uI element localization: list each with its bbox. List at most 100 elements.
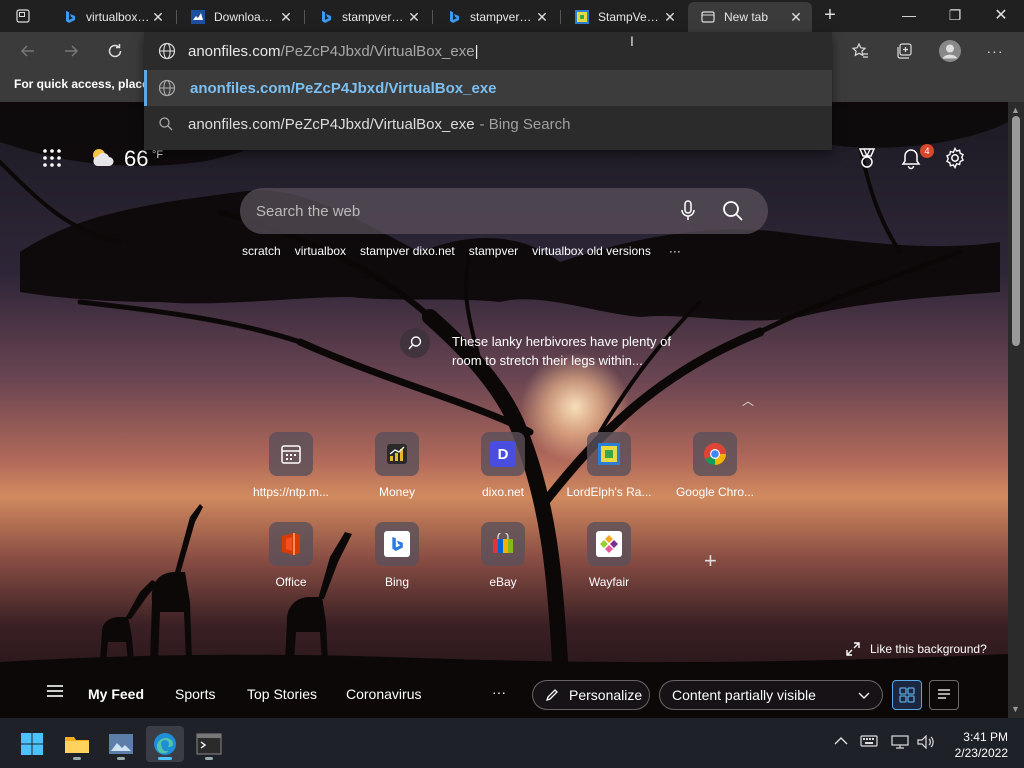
web-search-box[interactable]	[240, 188, 768, 234]
close-icon[interactable]: ✕	[662, 9, 678, 25]
system-clock[interactable]: 3:41 PM 2/23/2022	[944, 729, 1008, 761]
more-quick-links-icon[interactable]: ···	[669, 244, 681, 258]
quick-link[interactable]: stampver dixo.net	[360, 244, 455, 258]
like-background-link[interactable]: Like this background?	[846, 642, 987, 656]
feed-tab-sports[interactable]: Sports	[175, 686, 215, 702]
back-arrow-icon	[20, 45, 34, 57]
windows-taskbar: 3:41 PM 2/23/2022	[0, 718, 1024, 768]
image-info-search-icon[interactable]	[400, 328, 430, 358]
refresh-icon	[108, 44, 122, 58]
content-visibility-label: Content partially visible	[672, 687, 816, 703]
image-info-caption[interactable]: These lanky herbivores have plenty of ro…	[452, 332, 702, 370]
close-window-button[interactable]: ✕	[978, 0, 1024, 30]
minimize-button[interactable]: —	[886, 0, 932, 30]
scroll-down-icon[interactable]: ▼	[1011, 704, 1020, 714]
refresh-button[interactable]	[100, 36, 130, 66]
close-icon[interactable]: ✕	[534, 9, 550, 25]
page-settings-gear-icon[interactable]	[944, 146, 966, 170]
add-tile-plus-icon[interactable]: +	[704, 548, 717, 574]
rewards-icon[interactable]	[856, 146, 878, 170]
money-icon	[375, 432, 419, 476]
tile-google-chrome[interactable]: Google Chro...	[670, 432, 760, 499]
tile-office[interactable]: Office	[246, 522, 336, 589]
tab-separator	[432, 10, 433, 24]
apps-grid-icon[interactable]	[40, 146, 64, 170]
close-icon[interactable]: ✕	[150, 9, 166, 25]
tab-virtualbox[interactable]: virtualbox old versions ✕	[50, 2, 174, 32]
tile-wayfair[interactable]: Wayfair	[564, 522, 654, 589]
text-cursor-icon: I	[630, 33, 634, 49]
tab-title: New tab	[724, 10, 769, 24]
taskbar-edge[interactable]	[146, 726, 184, 762]
new-tab-button[interactable]: +	[808, 0, 852, 30]
profile-button[interactable]	[935, 36, 965, 66]
chevron-up-icon[interactable]: ︿	[742, 392, 754, 409]
tab-download-old-builds[interactable]: Download_Old_Builds ✕	[178, 2, 302, 32]
feed-more-icon[interactable]: ···	[492, 684, 506, 700]
tab-actions-icon[interactable]	[8, 1, 38, 31]
tile-ntp[interactable]: https://ntp.m...	[246, 432, 336, 499]
content-visibility-dropdown[interactable]: Content partially visible	[659, 680, 883, 710]
suggestion-bing-search[interactable]: anonfiles.com/PeZcP4Jbxd/VirtualBox_exe …	[144, 106, 832, 142]
tile-dixo[interactable]: D dixo.net	[458, 432, 548, 499]
grid-view-button[interactable]	[892, 680, 922, 710]
weather-partly-cloudy-icon[interactable]	[88, 144, 116, 170]
feed-tab-my-feed[interactable]: My Feed	[88, 686, 144, 702]
quick-link[interactable]: stampver	[469, 244, 518, 258]
settings-more-button[interactable]: ···	[980, 36, 1010, 66]
tile-label: Bing	[384, 575, 410, 589]
close-icon[interactable]: ✕	[406, 9, 422, 25]
favorites-button[interactable]	[845, 36, 875, 66]
start-button[interactable]	[13, 726, 51, 762]
tab-title: stampver - Bing	[342, 10, 406, 24]
globe-icon	[158, 79, 176, 97]
notifications-bell-icon[interactable]	[900, 147, 922, 171]
tile-label: Wayfair	[588, 575, 630, 589]
bing-icon	[375, 522, 419, 566]
tab-stampver-dixo[interactable]: StampVer - dixo.net ✕	[562, 2, 686, 32]
back-button[interactable]	[13, 36, 43, 66]
personalize-button[interactable]: Personalize	[532, 680, 650, 710]
close-icon[interactable]: ✕	[788, 9, 804, 25]
tile-ebay[interactable]: eBay	[458, 522, 548, 589]
scrollbar-thumb[interactable]	[1012, 116, 1020, 346]
show-hidden-icons-chevron-icon[interactable]	[834, 735, 848, 749]
feed-tab-coronavirus[interactable]: Coronavirus	[346, 686, 421, 702]
maximize-button[interactable]: ❐	[932, 0, 978, 30]
address-bar[interactable]: anonfiles.com/PeZcP4Jbxd/VirtualBox_exe|	[144, 32, 832, 70]
tab-stampver-bing-2[interactable]: stampver - Bing ✕	[434, 2, 558, 32]
quick-link[interactable]: virtualbox old versions	[532, 244, 651, 258]
suggestion-url[interactable]: anonfiles.com/PeZcP4Jbxd/VirtualBox_exe	[144, 70, 832, 106]
tile-money[interactable]: Money	[352, 432, 442, 499]
page-scrollbar[interactable]: ▲ ▼	[1008, 102, 1024, 718]
volume-icon[interactable]	[917, 734, 935, 752]
quick-link[interactable]: virtualbox	[295, 244, 346, 258]
pencil-icon	[545, 689, 558, 702]
forward-button[interactable]	[56, 36, 86, 66]
tile-bing[interactable]: Bing	[352, 522, 442, 589]
feed-tab-top-stories[interactable]: Top Stories	[247, 686, 317, 702]
list-view-button[interactable]	[929, 680, 959, 710]
microphone-icon[interactable]	[680, 200, 696, 227]
windows-logo-icon	[21, 733, 43, 755]
keyboard-icon[interactable]	[860, 735, 878, 750]
tile-lordelph[interactable]: LordElph's Ra...	[564, 432, 654, 499]
taskbar-file-explorer[interactable]	[58, 726, 96, 762]
tile-label: eBay	[489, 575, 517, 589]
address-bar-value[interactable]: anonfiles.com/PeZcP4Jbxd/VirtualBox_exe|	[188, 43, 478, 60]
tab-title: StampVer - dixo.net	[598, 10, 662, 24]
tab-new-tab[interactable]: New tab ✕	[688, 2, 812, 32]
web-search-input[interactable]	[256, 202, 656, 220]
close-icon[interactable]: ✕	[278, 9, 294, 25]
clock-time: 3:41 PM	[963, 730, 1008, 744]
taskbar-terminal[interactable]	[190, 726, 228, 762]
quick-link[interactable]: scratch	[242, 244, 281, 258]
search-icon[interactable]	[722, 200, 744, 227]
scroll-up-icon[interactable]: ▲	[1011, 105, 1020, 115]
tab-stampver-bing-1[interactable]: stampver - Bing ✕	[306, 2, 430, 32]
ebay-icon	[481, 522, 525, 566]
hamburger-menu-icon[interactable]	[46, 684, 64, 701]
collections-button[interactable]	[889, 36, 919, 66]
network-icon[interactable]	[891, 735, 909, 752]
taskbar-photos[interactable]	[102, 726, 140, 762]
